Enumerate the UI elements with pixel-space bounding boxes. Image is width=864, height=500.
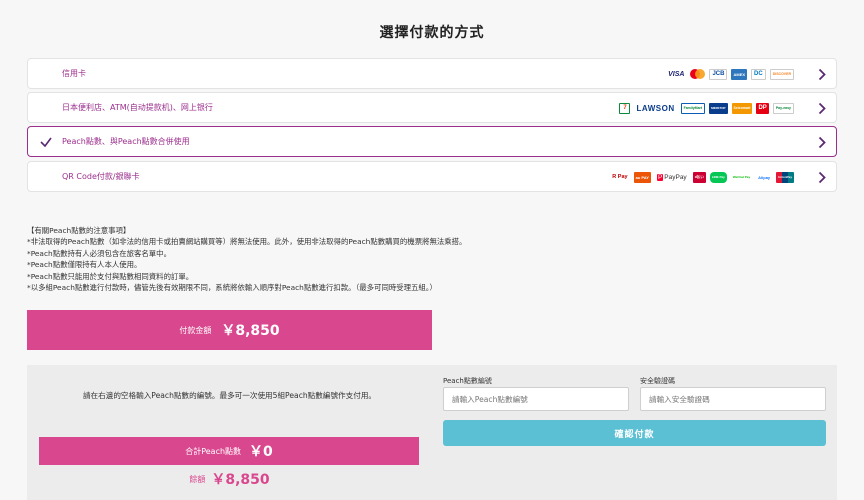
peach-points-notes: 【有關Peach點數的注意事項】 *非法取得的Peach點數（如非法的信用卡或拍… [27,225,466,293]
method-credit-card[interactable]: 信用卡 VISA JCB AMEX DC DISCOVER [27,58,837,89]
jcb-logo: JCB [709,68,728,80]
mastercard-logo [690,69,706,79]
remaining-label: 餘額 [189,474,206,484]
points-instruction: 請在右邊的空格輸入Peach點數的編號。最多可一次使用5組Peach點數編號作支… [82,391,377,400]
familymart-logo: FamilyMart [680,102,706,114]
method-peach-points[interactable]: Peach點數、與Peach點數合併使用 [27,126,837,157]
lawson-logo: LAWSON [636,103,675,113]
discover-logo: DISCOVER [769,68,794,80]
au-pay-logo: au PAY [633,171,651,183]
note-line: *Peach點數只能用於支付與點數相同資料的訂單。 [27,271,194,281]
remaining-balance: 餘額 ￥8,850 [27,469,432,489]
rakuten-pay-logo: R Pay [612,174,628,180]
card-logos: VISA JCB AMEX DC DISCOVER [666,59,794,89]
confirm-payment-button[interactable]: 確認付款 [443,420,826,446]
peach-points-panel: 請在右邊的空格輸入Peach點數的編號。最多可一次使用5組Peach點數編號作支… [27,365,837,500]
method-label: QR Code付款/銀聯卡 [62,172,140,181]
page-title: 選擇付款的方式 [379,25,485,41]
note-line: *Peach點數僅限持有人本人使用。 [27,260,142,270]
note-line: *以多組Peach點數進行付款時，儘管先後有效期限不同，系統將依輸入順序對Pea… [27,283,437,293]
store-logos: 7 LAWSON FamilyMart MINISTOP Seicomart D… [619,93,794,123]
security-code-label: 安全驗證碼 [640,377,675,385]
payment-amount-box: 付款金額 ￥8,850 [27,310,432,350]
seicomart-logo: Seicomart [731,102,753,114]
paypay-logo: P PayPay [656,173,687,181]
chevron-right-icon [818,136,826,149]
payment-amount-label: 付款金額 [179,325,212,335]
method-qr-code[interactable]: QR Code付款/銀聯卡 R Pay au PAY P PayPay d払い L… [27,161,837,192]
chevron-right-icon [818,68,826,81]
points-number-input[interactable] [443,387,629,411]
dp-logo: DP [756,102,769,114]
remaining-value: ￥8,850 [211,472,270,488]
unionpay-logo: UnionPay [776,171,794,183]
security-code-input[interactable] [640,387,826,411]
payeasy-logo: Pay-easy [772,102,794,114]
seven-eleven-logo: 7 [619,102,631,114]
note-line: *Peach點數持有人必須包含在旅客名單中。 [27,248,171,258]
diners-logo: DC [751,68,766,80]
qr-logos: R Pay au PAY P PayPay d払い LINE Pay WeChat… [610,162,794,192]
points-number-label: Peach點數編號 [443,377,492,385]
points-total-box: 合計Peach點數 ￥0 [39,437,419,465]
notes-heading: 【有關Peach點數的注意事項】 [27,226,131,235]
chevron-right-icon [818,171,826,184]
alipay-logo: Alipay [756,171,773,183]
method-label: Peach點數、與Peach點數合併使用 [62,137,190,146]
method-label: 日本便利店、ATM(自动提款机)、网上银行 [62,103,213,112]
d-barai-logo: d払い [692,171,706,183]
check-icon [40,137,52,148]
visa-logo: VISA [668,70,685,78]
payment-amount-value: ￥8,850 [221,323,280,339]
amex-logo: AMEX [731,68,748,80]
points-total-value: ￥0 [249,444,273,460]
note-line: *非法取得的Peach點數（如非法的信用卡或拍賣網站購買等）將無法使用。此外，使… [27,237,467,247]
wechat-pay-logo: WeChat Pay [730,171,753,183]
method-label: 信用卡 [62,69,86,78]
points-total-label: 合計Peach點數 [185,446,242,456]
line-pay-logo: LINE Pay [709,171,727,183]
method-convenience-store[interactable]: 日本便利店、ATM(自动提款机)、网上银行 7 LAWSON FamilyMar… [27,92,837,123]
chevron-right-icon [818,102,826,115]
ministop-logo: MINISTOP [709,102,728,114]
